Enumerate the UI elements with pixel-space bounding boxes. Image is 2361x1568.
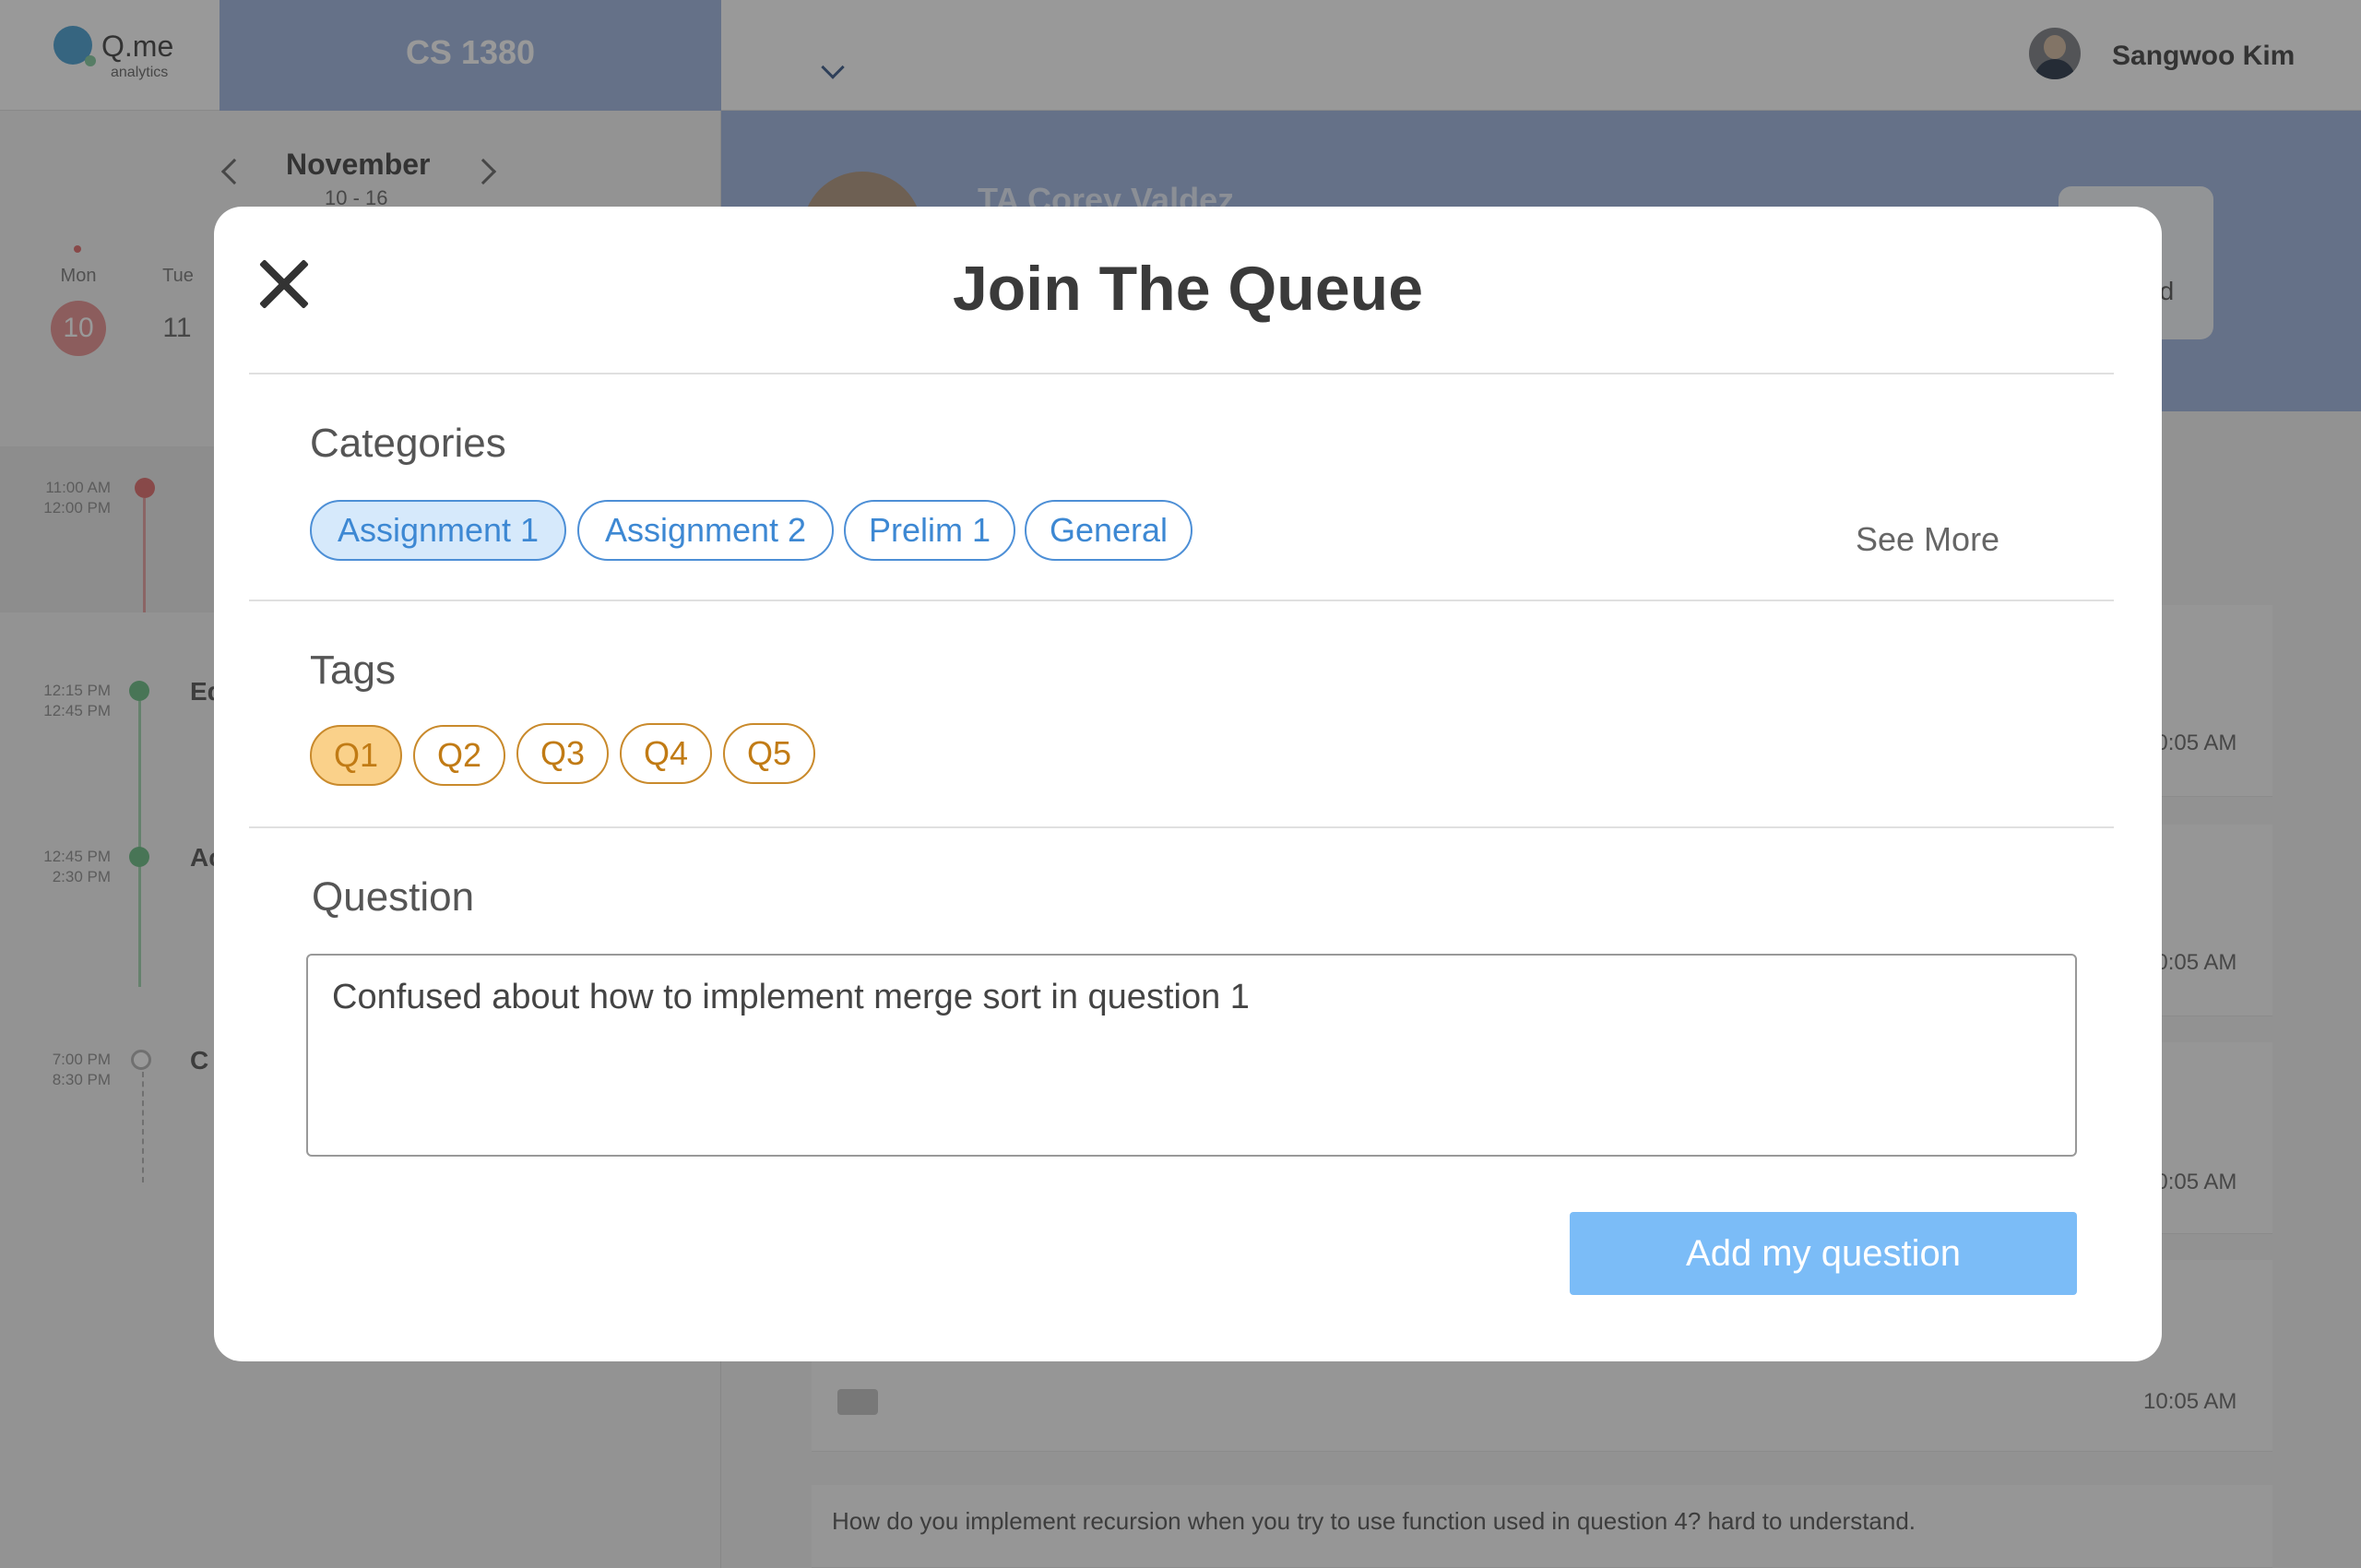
modal-title: Join The Queue [952,254,1424,324]
see-more-link[interactable]: See More [1856,520,1999,559]
question-input[interactable]: Confused about how to implement merge so… [306,954,2077,1157]
category-chip-assignment-2[interactable]: Assignment 2 [577,500,834,561]
category-chip-prelim-1[interactable]: Prelim 1 [844,500,1015,561]
tag-chip-q1[interactable]: Q1 [310,725,402,786]
tag-chip-q4[interactable]: Q4 [620,723,712,784]
divider [249,600,2114,601]
divider [249,373,2114,374]
tag-chip-q5[interactable]: Q5 [723,723,815,784]
join-queue-modal [214,207,2162,1361]
tag-chip-q2[interactable]: Q2 [413,725,505,786]
categories-label: Categories [310,421,506,466]
category-chip-general[interactable]: General [1025,500,1192,561]
tag-chip-q3[interactable]: Q3 [516,723,609,784]
divider [249,826,2114,828]
add-question-button[interactable]: Add my question [1570,1212,2077,1295]
tags-label: Tags [310,647,396,693]
category-chip-assignment-1[interactable]: Assignment 1 [310,500,566,561]
question-label: Question [312,874,475,920]
